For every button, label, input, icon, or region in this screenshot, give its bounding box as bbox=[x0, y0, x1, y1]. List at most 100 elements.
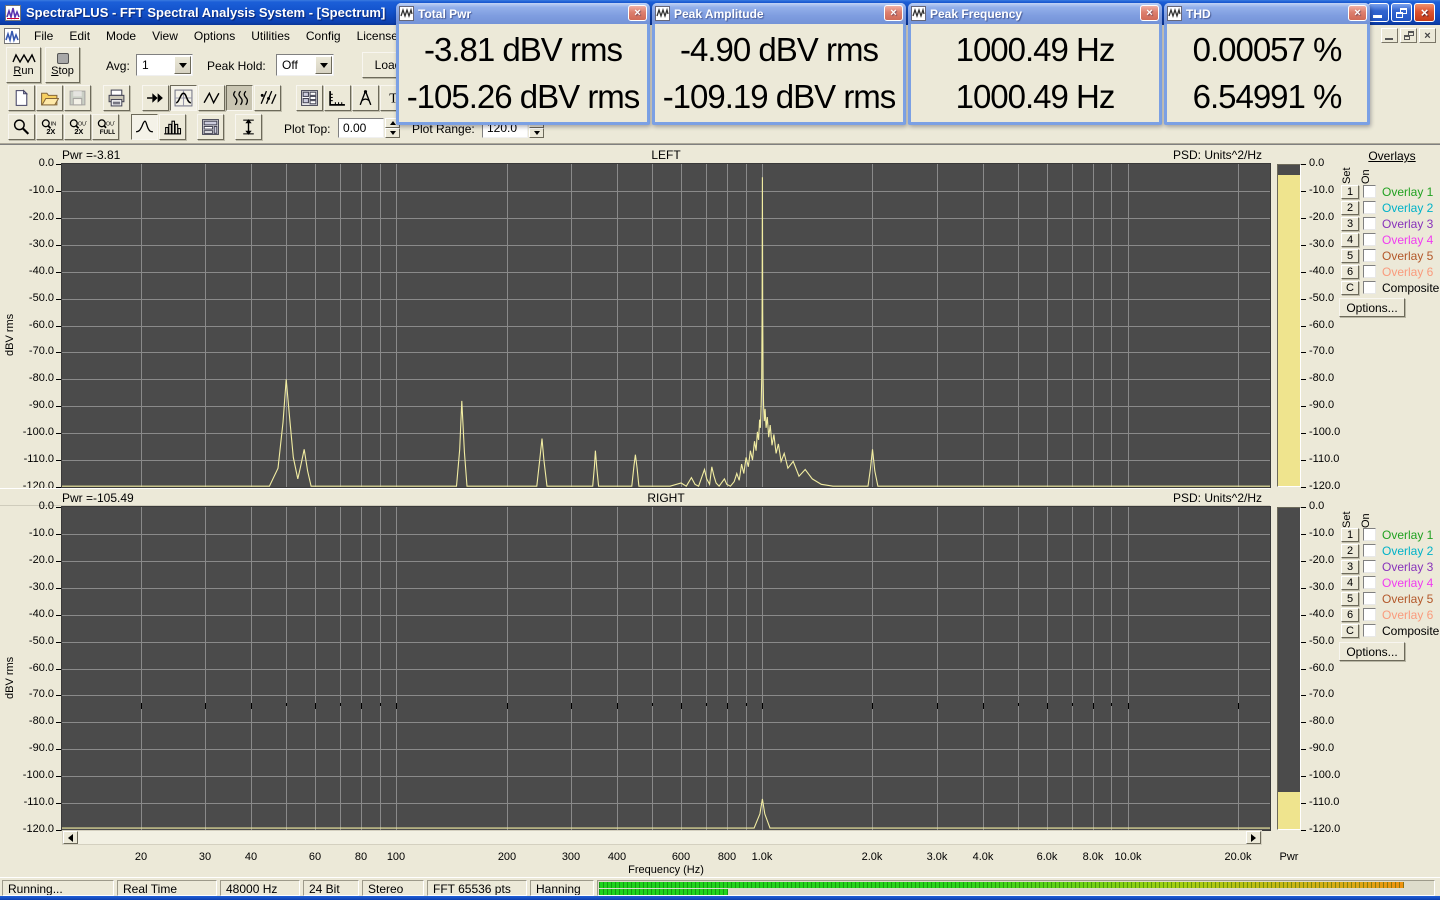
scroll-left-arrow[interactable] bbox=[63, 831, 78, 844]
overlay-on-checkbox-3[interactable] bbox=[1363, 560, 1376, 573]
y-axis-tick-label: -30.0 bbox=[0, 238, 61, 250]
menu-item-config[interactable]: Config bbox=[298, 27, 349, 45]
chevron-down-icon[interactable] bbox=[315, 56, 332, 74]
chevron-down-icon[interactable] bbox=[174, 56, 191, 74]
overlay-options-button[interactable]: Options... bbox=[1339, 642, 1405, 661]
zoom-in-2x-button[interactable]: IN 2X bbox=[36, 114, 63, 140]
minimize-button[interactable] bbox=[1368, 3, 1389, 22]
overlay-set-button-4[interactable]: 4 bbox=[1341, 233, 1359, 247]
close-icon[interactable]: × bbox=[1140, 5, 1159, 21]
meter-window-titlebar[interactable]: Peak Amplitude × bbox=[652, 3, 906, 24]
overlay-on-checkbox-c[interactable] bbox=[1363, 281, 1376, 294]
overlay-on-checkbox-3[interactable] bbox=[1363, 217, 1376, 230]
close-button[interactable]: × bbox=[1414, 3, 1435, 22]
overlay-on-checkbox-1[interactable] bbox=[1363, 185, 1376, 198]
overlay-set-button-5[interactable]: 5 bbox=[1341, 249, 1359, 263]
overlay-set-button-2[interactable]: 2 bbox=[1341, 201, 1359, 215]
restore-button[interactable] bbox=[1391, 3, 1412, 22]
meter-window-titlebar[interactable]: THD × bbox=[1164, 3, 1370, 24]
phase-display-button[interactable] bbox=[254, 85, 281, 111]
mdi-close-button[interactable]: × bbox=[1419, 28, 1436, 43]
zoom-out-full-button[interactable]: OUT FULL bbox=[92, 114, 119, 140]
run-button[interactable]: Run bbox=[6, 47, 41, 83]
zoom-out-full-icon: OUT FULL bbox=[96, 118, 115, 136]
spectrum-plot-left[interactable] bbox=[61, 163, 1271, 488]
menu-item-view[interactable]: View bbox=[144, 27, 186, 45]
overlay-set-button-c[interactable]: C bbox=[1341, 624, 1359, 638]
menu-item-file[interactable]: File bbox=[26, 27, 61, 45]
time-series-button[interactable] bbox=[198, 85, 225, 111]
close-icon[interactable]: × bbox=[628, 5, 647, 21]
meter-window-title: THD bbox=[1186, 6, 1211, 21]
overlay-on-checkbox-2[interactable] bbox=[1363, 201, 1376, 214]
power-bar-tick-label: -10.0 bbox=[1300, 183, 1335, 196]
bar-plot-button[interactable] bbox=[159, 114, 186, 140]
stop-square-icon bbox=[56, 53, 69, 64]
open-file-button[interactable] bbox=[36, 85, 63, 111]
menu-item-utilities[interactable]: Utilities bbox=[243, 27, 298, 45]
overlay-on-checkbox-6[interactable] bbox=[1363, 608, 1376, 621]
overlay-on-checkbox-1[interactable] bbox=[1363, 528, 1376, 541]
spectrum-display-button[interactable] bbox=[170, 85, 197, 111]
plot-top-input[interactable]: 0.00 bbox=[338, 118, 384, 138]
spectrum-plot-right[interactable] bbox=[61, 506, 1271, 831]
y-axis-tick-label: -10.0 bbox=[0, 527, 61, 539]
overlay-on-checkbox-6[interactable] bbox=[1363, 265, 1376, 278]
overlay-on-checkbox-c[interactable] bbox=[1363, 624, 1376, 637]
calibration-button[interactable] bbox=[352, 85, 379, 111]
mdi-restore-button[interactable] bbox=[1400, 28, 1417, 43]
meter-window-titlebar[interactable]: Peak Frequency × bbox=[908, 3, 1162, 24]
power-bar-tick-label: -40.0 bbox=[1300, 607, 1335, 620]
window-title: SpectraPLUS - FFT Spectral Analysis Syst… bbox=[26, 5, 386, 20]
meter-window-title: Total Pwr bbox=[418, 6, 472, 21]
overlay-set-button-2[interactable]: 2 bbox=[1341, 544, 1359, 558]
control-panel-button[interactable] bbox=[197, 114, 224, 140]
overlay-options-button[interactable]: Options... bbox=[1339, 298, 1405, 317]
spinner-down-icon bbox=[529, 128, 544, 138]
line-plot-button[interactable] bbox=[131, 114, 158, 140]
close-icon[interactable]: × bbox=[884, 5, 903, 21]
mixer-panel-button[interactable] bbox=[296, 85, 323, 111]
close-icon[interactable]: × bbox=[1348, 5, 1367, 21]
mdi-minimize-button[interactable] bbox=[1381, 28, 1398, 43]
overlay-set-button-1[interactable]: 1 bbox=[1341, 185, 1359, 199]
overlay-set-button-6[interactable]: 6 bbox=[1341, 265, 1359, 279]
overlay-set-button-1[interactable]: 1 bbox=[1341, 528, 1359, 542]
signal-generator-button[interactable] bbox=[142, 85, 169, 111]
menu-item-options[interactable]: Options bbox=[186, 27, 243, 45]
print-button[interactable] bbox=[103, 85, 130, 111]
menu-item-edit[interactable]: Edit bbox=[61, 27, 98, 45]
peak-hold-select[interactable]: Off bbox=[276, 54, 334, 76]
x-axis-tick-label: 4.0k bbox=[972, 851, 994, 863]
vertical-scale-button[interactable] bbox=[235, 114, 262, 140]
zoom-out-2x-button[interactable]: OUT2X bbox=[64, 114, 91, 140]
waterfall-display-button[interactable] bbox=[226, 85, 253, 111]
overlay-set-button-5[interactable]: 5 bbox=[1341, 592, 1359, 606]
overlay-set-button-4[interactable]: 4 bbox=[1341, 576, 1359, 590]
frequency-scrollbar[interactable] bbox=[62, 830, 1262, 845]
new-document-button[interactable] bbox=[8, 85, 35, 111]
overlay-on-checkbox-2[interactable] bbox=[1363, 544, 1376, 557]
overlay-set-button-c[interactable]: C bbox=[1341, 281, 1359, 295]
overlay-on-checkbox-4[interactable] bbox=[1363, 233, 1376, 246]
overlay-on-checkbox-5[interactable] bbox=[1363, 249, 1376, 262]
stop-button[interactable]: Stop bbox=[45, 47, 80, 83]
x-axis-ticks bbox=[141, 703, 1239, 709]
save-file-button[interactable] bbox=[64, 85, 91, 111]
overlay-set-button-3[interactable]: 3 bbox=[1341, 217, 1359, 231]
window-controls: × bbox=[1366, 3, 1435, 22]
meter-window-titlebar[interactable]: Total Pwr × bbox=[396, 3, 650, 24]
overlay-set-button-3[interactable]: 3 bbox=[1341, 560, 1359, 574]
zoom-button[interactable] bbox=[8, 114, 35, 140]
overlay-set-button-6[interactable]: 6 bbox=[1341, 608, 1359, 622]
peak-hold-value: Off bbox=[282, 58, 298, 72]
menu-item-mode[interactable]: Mode bbox=[98, 27, 144, 45]
overlay-on-checkbox-4[interactable] bbox=[1363, 576, 1376, 589]
ruler-button[interactable] bbox=[324, 85, 351, 111]
scroll-right-arrow[interactable] bbox=[1246, 831, 1261, 844]
avg-select[interactable]: 1 bbox=[136, 54, 193, 76]
overlay-on-checkbox-5[interactable] bbox=[1363, 592, 1376, 605]
svg-text:2X: 2X bbox=[74, 127, 83, 136]
channel-name-label: RIGHT bbox=[647, 491, 685, 505]
power-axis-label: Pwr bbox=[1279, 851, 1299, 863]
